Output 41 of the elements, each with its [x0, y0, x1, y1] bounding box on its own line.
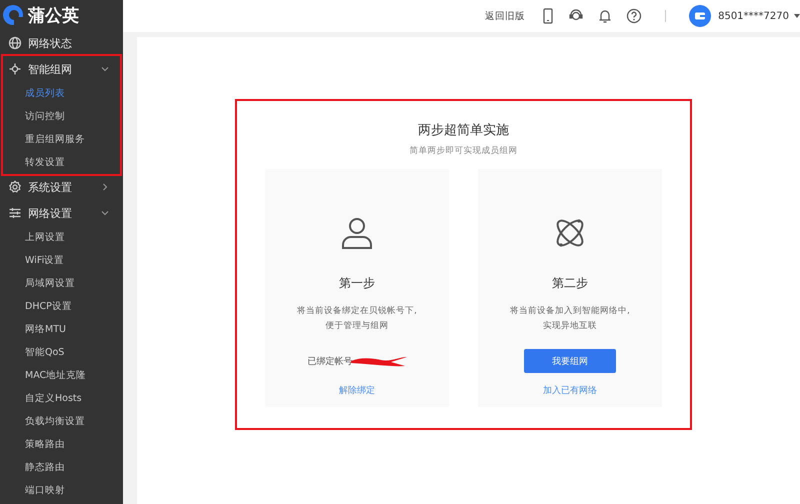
- sidebar-subitem[interactable]: MAC地址克隆: [3, 364, 120, 387]
- sidebar-subitem[interactable]: 局域网设置: [3, 272, 120, 295]
- sidebar-subitem[interactable]: 智能QoS: [3, 341, 120, 364]
- help-icon: [626, 8, 642, 24]
- sidebar-item[interactable]: 网络设置: [3, 200, 120, 226]
- bell-icon: [597, 8, 614, 24]
- join-network-button[interactable]: 我要组网: [524, 349, 616, 373]
- caret-icon: [794, 13, 800, 19]
- sidebar-subitem[interactable]: 访问控制: [3, 105, 120, 128]
- sidebar-subitem[interactable]: 端口映射: [3, 479, 120, 502]
- back-link[interactable]: 返回旧版: [485, 10, 526, 22]
- sliders-icon: [8, 206, 22, 220]
- sidebar-subitem[interactable]: 负载均衡设置: [3, 410, 120, 433]
- step-description: 将当前设备绑定在贝锐帐号下, 便于管理与组网: [297, 304, 417, 333]
- step-title: 第一步: [339, 275, 375, 292]
- logo-text: 蒲公英: [28, 4, 79, 26]
- sidebar-subitem[interactable]: 策略路由: [3, 433, 120, 456]
- sidebar-subitem[interactable]: 自定义Hosts: [3, 387, 120, 410]
- account-name[interactable]: 8501****7270: [718, 10, 789, 22]
- network-icon: [8, 62, 22, 76]
- panel-subtitle: 简单两步即可实现成员组网: [410, 145, 518, 157]
- bound-account-label: 已绑定帐号: [308, 356, 352, 368]
- phone-icon: [541, 8, 556, 24]
- sidebar-subitem[interactable]: DHCP设置: [3, 295, 120, 318]
- avatar-icon: [689, 5, 712, 27]
- settings-icon: [8, 180, 22, 194]
- panel-title: 两步超简单实施: [418, 122, 509, 139]
- sidebar-subitem[interactable]: 网络MTU: [3, 318, 120, 341]
- sidebar-subitem[interactable]: 重启组网服务: [3, 128, 120, 151]
- sidebar-subitem[interactable]: 上网设置: [3, 226, 120, 249]
- person-icon: [339, 215, 375, 251]
- sidebar-subitem[interactable]: 静态路由: [3, 456, 120, 479]
- step-description: 将当前设备加入到智能网络中, 实现异地互联: [510, 305, 630, 333]
- sidebar-item[interactable]: 系统设置: [3, 174, 120, 200]
- sidebar-item[interactable]: 网络状态: [3, 30, 120, 56]
- sidebar-subitem[interactable]: 成员列表: [3, 82, 120, 105]
- step-title: 第二步: [552, 275, 588, 292]
- sidebar-item[interactable]: 智能组网: [3, 56, 120, 82]
- globe-icon: [8, 36, 22, 50]
- sidebar-subitem[interactable]: 转发设置: [3, 151, 120, 174]
- sidebar-subitem[interactable]: WiFi设置: [3, 249, 120, 272]
